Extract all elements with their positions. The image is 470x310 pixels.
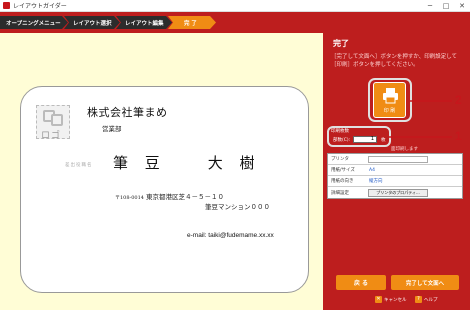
- cancel-button[interactable]: ✕ キャンセル: [375, 296, 407, 303]
- setting-key: 用紙の向き: [331, 179, 354, 184]
- print-note: 面印刷します: [391, 147, 418, 152]
- callout-number-1: 1: [455, 129, 462, 143]
- cancel-icon: ✕: [375, 296, 382, 303]
- finish-to-document-button[interactable]: 完了して文面へ: [391, 275, 459, 290]
- print-button-label: 印 刷: [383, 108, 396, 114]
- minimize-button[interactable]: ─: [422, 2, 438, 10]
- step-opening-menu[interactable]: オープニングメニュー: [0, 16, 68, 29]
- setting-key: プリンタ: [331, 157, 349, 162]
- app-icon: [3, 2, 10, 9]
- setting-row-orientation: 用紙の向き 縦方向: [328, 176, 462, 187]
- preview-canvas: ロゴ 株式会社筆まめ 営業部 差出役職名 筆 豆 大 樹 〒108-0014 東…: [0, 33, 323, 310]
- help-icon: ?: [415, 296, 422, 303]
- setting-key: 詳細設定: [331, 190, 349, 196]
- card-address: 〒108-0014 東京都港区芝４－５－１０: [115, 191, 224, 201]
- setting-key: 用紙/サイズ: [331, 168, 355, 173]
- logo-placeholder: ロゴ: [36, 105, 70, 141]
- help-button[interactable]: ? ヘルプ: [415, 296, 438, 303]
- copies-input[interactable]: 1: [353, 136, 377, 143]
- step-complete: 完 了: [168, 16, 216, 29]
- business-card-preview: ロゴ 株式会社筆まめ 営業部 差出役職名 筆 豆 大 樹 〒108-0014 東…: [20, 86, 309, 293]
- card-building: 筆豆マンション０００: [205, 203, 270, 211]
- window-titlebar: レイアウトガイダー ─ □ ✕: [0, 0, 470, 12]
- copies-label: 部数(C):: [333, 138, 351, 143]
- setting-row-advanced: 詳細設定 プリンタのプロパティ...: [328, 187, 462, 198]
- print-settings-table: プリンタ 用紙/サイズ A4 用紙の向き 縦方向 詳細設定 プリンタのプロパティ…: [327, 153, 463, 199]
- close-button[interactable]: ✕: [454, 2, 470, 10]
- card-position: 差出役職名: [65, 163, 93, 168]
- panel-description: ［完了して文面へ］ボタンを押すか、印刷設定して［印刷］ボタンを押してください。: [331, 54, 458, 68]
- card-address-line: 東京都港区芝４－５－１０: [146, 193, 225, 201]
- print-button[interactable]: 印 刷: [373, 82, 406, 118]
- logo-placeholder-icon-overlay: [51, 114, 63, 126]
- copies-unit: 枚: [381, 138, 386, 143]
- card-email: e-mail: taiki@fudemame.xx.xx: [187, 232, 274, 239]
- panel-title: 完了: [333, 39, 349, 48]
- setting-row-printer: プリンタ: [328, 154, 462, 165]
- printer-select[interactable]: [368, 155, 428, 163]
- maximize-button[interactable]: □: [438, 2, 454, 10]
- card-zip: 〒108-0014: [115, 195, 144, 201]
- step-layout-select[interactable]: レイアウト選択: [64, 16, 120, 29]
- callout-number-2: 2: [455, 93, 462, 107]
- printer-icon: [383, 88, 398, 104]
- card-department: 営業部: [102, 125, 122, 133]
- cancel-label: キャンセル: [384, 297, 407, 303]
- back-button[interactable]: 戻 る: [336, 275, 386, 290]
- right-panel: 完了 ［完了して文面へ］ボタンを押すか、印刷設定して［印刷］ボタンを押してくださ…: [323, 33, 470, 310]
- card-company: 株式会社筆まめ: [87, 106, 168, 119]
- window-title: レイアウトガイダー: [13, 3, 67, 10]
- printer-properties-button[interactable]: プリンタのプロパティ...: [368, 188, 428, 197]
- orientation-link[interactable]: 縦方向: [366, 178, 462, 184]
- help-label: ヘルプ: [424, 297, 438, 303]
- card-name: 筆 豆 大 樹: [113, 154, 261, 172]
- setting-row-paper: 用紙/サイズ A4: [328, 165, 462, 176]
- step-navigation: オープニングメニュー レイアウト選択 レイアウト編集 完 了: [0, 12, 470, 33]
- paper-size-link[interactable]: A4: [366, 168, 462, 173]
- logo-text: ロゴ: [41, 131, 62, 141]
- copies-section-label: 印刷枚数: [331, 129, 349, 134]
- step-layout-edit[interactable]: レイアウト編集: [116, 16, 172, 29]
